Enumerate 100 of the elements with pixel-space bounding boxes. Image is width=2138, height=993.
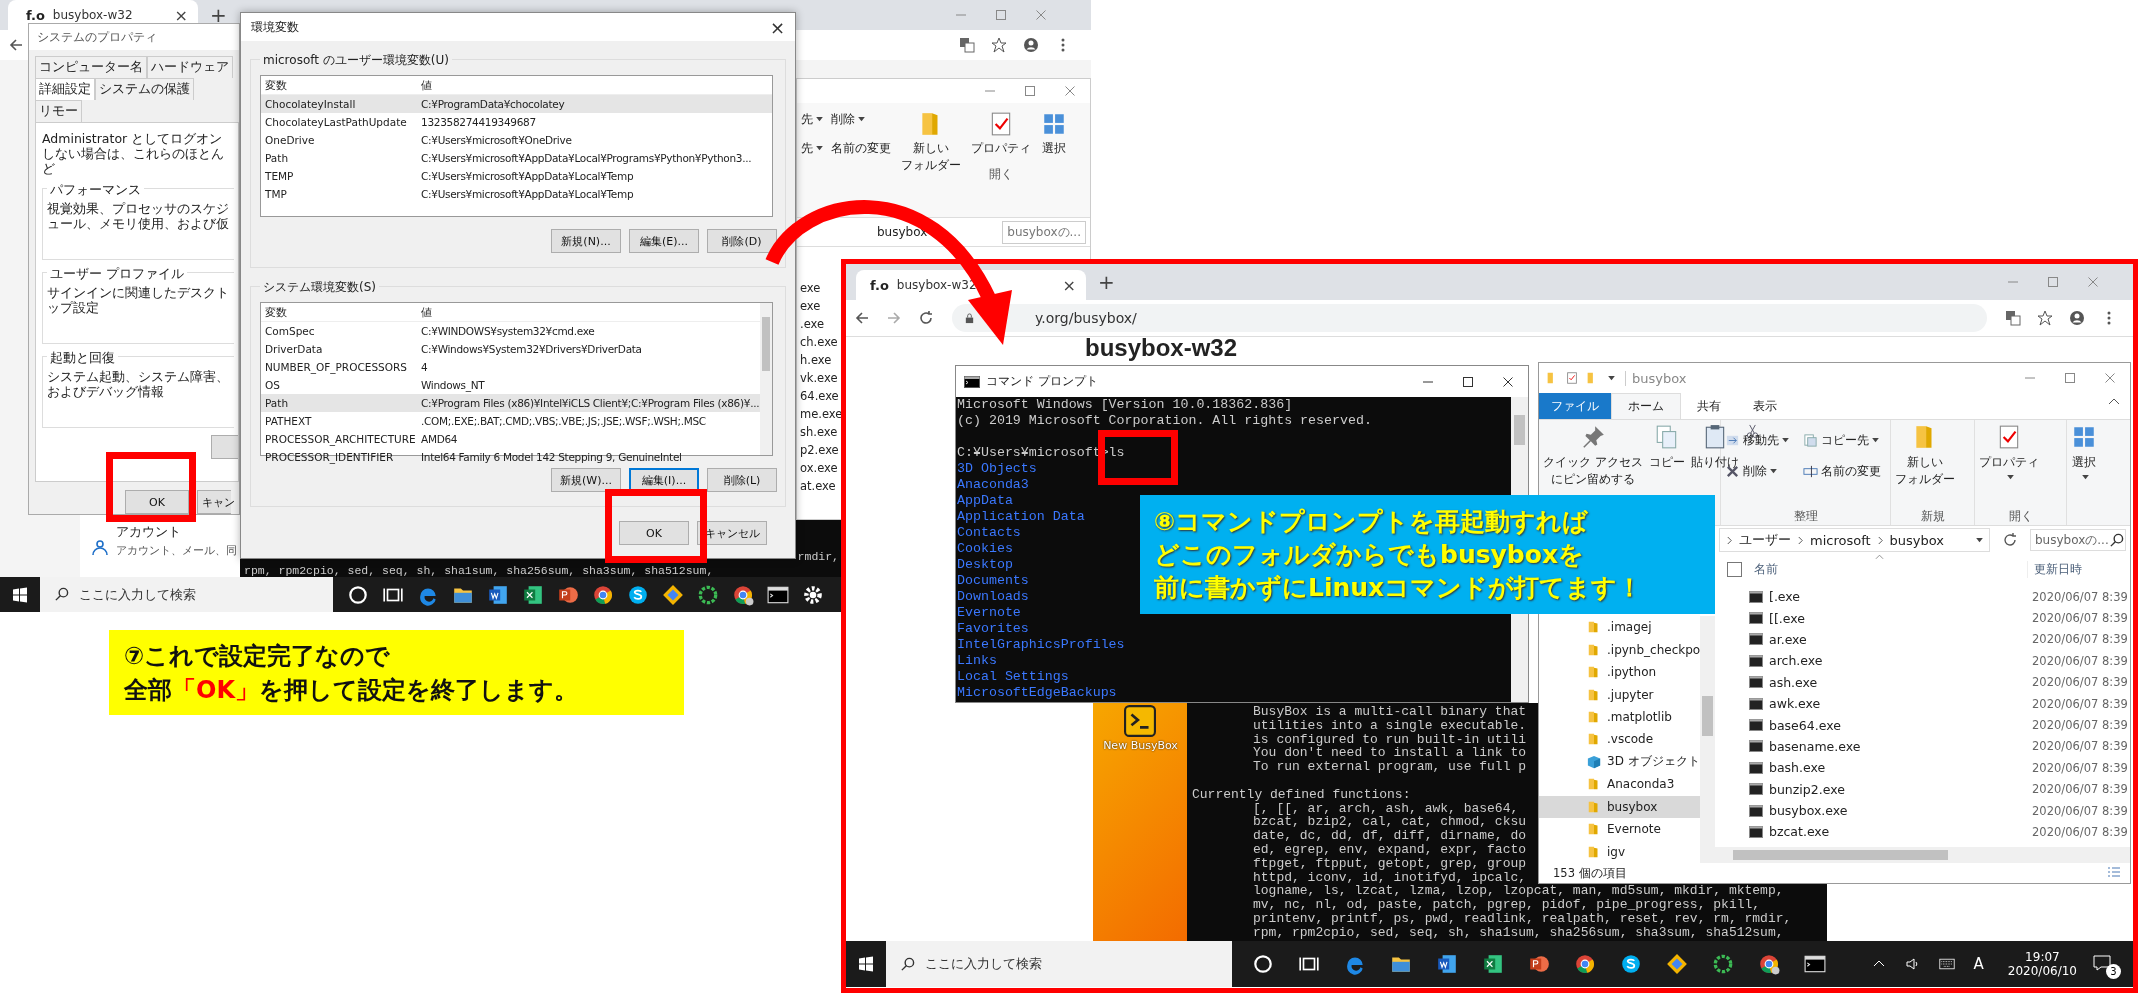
dialog-button[interactable]: OK xyxy=(125,490,189,514)
table-row[interactable]: DriverData C:¥Windows¥System32¥Drivers¥DriverData xyxy=(261,340,760,358)
table-row[interactable]: TEMP C:¥Users¥microsoft¥AppData¥Local¥Temp xyxy=(261,167,772,185)
settings-icon[interactable] xyxy=(802,583,824,606)
table-row[interactable]: PROCESSOR_IDENTIFIER Intel64 Family 6 Model 142 Stepping 9, GenuineIntel xyxy=(261,448,760,466)
breadcrumb-item[interactable]: ユーザー xyxy=(1739,531,1791,549)
navigation-item[interactable]: 3D オブジェクト xyxy=(1539,750,1700,774)
circle-icon[interactable] xyxy=(1252,953,1274,975)
browser-tab[interactable]: f.o busybox-w32 × xyxy=(856,270,1086,300)
breadcrumb-item[interactable]: microsoft xyxy=(1810,532,1871,548)
dialog-button[interactable]: 編集(I)... xyxy=(629,468,699,492)
scrollbar[interactable] xyxy=(1715,847,2130,863)
search-field[interactable]: ここに入力して検索 xyxy=(40,577,333,612)
ribbon-button[interactable]: コピー xyxy=(1648,424,1685,471)
dialog-button[interactable]: キャンセル xyxy=(697,521,767,545)
ribbon-button[interactable]: プロパティ xyxy=(1979,424,2039,480)
circle-icon[interactable] xyxy=(347,583,369,606)
tab[interactable]: 詳細設定 xyxy=(35,78,95,100)
navigation-item[interactable]: .matplotlib xyxy=(1539,705,1700,729)
ribbon-button[interactable]: 名前の変更 xyxy=(831,140,891,157)
address-bar[interactable]: ユーザー microsoft busybox xyxy=(1719,528,1990,552)
file-name[interactable]: p2.exe xyxy=(800,443,839,458)
close-icon[interactable] xyxy=(1502,375,1514,388)
dialog-button[interactable]: 削除(D) xyxy=(707,229,777,253)
ribbon-button[interactable]: 名前の変更 xyxy=(1802,463,1886,480)
star-icon[interactable] xyxy=(2037,310,2053,326)
profile-icon[interactable] xyxy=(2069,310,2085,326)
file-name[interactable]: sh.exe xyxy=(800,425,838,440)
ribbon-button[interactable]: 削除 xyxy=(831,111,891,128)
table-row[interactable]: Path C:¥Program Files (x86)¥Intel¥iCLS Client¥;C:¥Program Files (x86)¥... xyxy=(261,394,760,412)
tab[interactable]: システムの保護 xyxy=(95,78,194,100)
file-name[interactable]: h.exe xyxy=(800,353,832,368)
ring-icon[interactable] xyxy=(1712,953,1734,975)
address-bar[interactable]: y.org/busybox/ xyxy=(952,304,1987,332)
ribbon-button[interactable]: 選択 xyxy=(2071,424,2097,480)
navigation-item[interactable]: igv xyxy=(1539,840,1700,863)
file-name[interactable]: ch.exe xyxy=(800,335,838,350)
navigation-item[interactable]: .jupyter xyxy=(1539,683,1700,706)
navigation-item[interactable]: Anaconda3 xyxy=(1539,773,1700,796)
file-row[interactable]: [[.exe 2020/06/07 8:39 xyxy=(1715,607,2130,629)
table-row[interactable]: PROCESSOR_ARCHITECTURE AMD64 xyxy=(261,430,760,448)
new-tab-button[interactable]: + xyxy=(1098,270,1115,294)
file-name[interactable]: .exe xyxy=(800,317,825,332)
reload-icon[interactable] xyxy=(918,310,934,326)
navigation-item[interactable]: .imagej xyxy=(1539,616,1700,639)
file-name[interactable]: exe xyxy=(800,299,821,314)
file-row[interactable]: awk.exe 2020/06/07 8:39 xyxy=(1715,692,2130,715)
file-name[interactable]: exe xyxy=(800,281,821,296)
ribbon-button[interactable]: コピー先 xyxy=(1802,432,1886,449)
file-row[interactable]: basename.exe 2020/06/07 8:39 xyxy=(1715,735,2130,758)
file-row[interactable]: busybox.exe 2020/06/07 8:39 xyxy=(1715,799,2130,822)
profile-icon[interactable] xyxy=(1023,37,1039,53)
keyboard-icon[interactable] xyxy=(1938,956,1955,972)
breadcrumb-item[interactable]: busybox xyxy=(1889,532,1945,548)
column-header[interactable]: 名前 xyxy=(1754,560,1874,578)
file-menu-tab[interactable]: ファイル xyxy=(1539,393,1611,419)
dialog-button[interactable]: 削除(L) xyxy=(707,468,777,492)
column-header[interactable]: 更新日時 xyxy=(2027,560,2130,578)
search-field[interactable]: busyboxの... xyxy=(2030,529,2126,551)
ribbon-tab[interactable]: ホーム xyxy=(1611,393,1681,419)
diamond-icon[interactable] xyxy=(1666,953,1688,975)
ribbon-tab[interactable]: 表示 xyxy=(1737,393,1793,419)
ribbon-button[interactable]: 選択 xyxy=(1042,140,1066,157)
properties-icon[interactable] xyxy=(1565,371,1579,385)
presentation-app-icon[interactable] xyxy=(1528,953,1550,975)
table-row[interactable]: ComSpec C:¥WINDOWS¥system32¥cmd.exe xyxy=(261,322,760,340)
round-browser-icon[interactable] xyxy=(1574,953,1596,975)
dialog-button[interactable]: 新規(W)... xyxy=(551,468,621,492)
input-mode-indicator[interactable]: A xyxy=(1973,955,1984,973)
tab-close-button[interactable]: × xyxy=(174,5,188,25)
table-row[interactable]: ChocolateyLastPathUpdate 132358274419349687 xyxy=(261,113,772,131)
file-name[interactable]: at.exe xyxy=(800,479,836,494)
navigation-item[interactable]: Evernote xyxy=(1539,818,1700,841)
back-arrow-icon[interactable] xyxy=(8,37,24,53)
search-field[interactable]: busyboxの... xyxy=(1002,220,1086,244)
file-row[interactable]: bunzip2.exe 2020/06/07 8:39 xyxy=(1715,778,2130,800)
table-row[interactable]: OneDrive C:¥Users¥microsoft¥OneDrive xyxy=(261,131,772,149)
file-row[interactable]: ash.exe 2020/06/07 8:39 xyxy=(1715,671,2130,693)
breadcrumb[interactable]: busybox xyxy=(877,225,928,239)
file-row[interactable]: base64.exe 2020/06/07 8:39 xyxy=(1715,714,2130,736)
dialog-button[interactable]: OK xyxy=(619,521,689,545)
start-icon[interactable] xyxy=(12,586,28,603)
maximize-icon[interactable] xyxy=(1462,375,1474,388)
terminal-icon[interactable] xyxy=(1804,953,1826,975)
new-tab-button[interactable]: + xyxy=(210,3,227,27)
tab[interactable]: ハードウェア xyxy=(147,56,233,78)
checkbox[interactable] xyxy=(1727,561,1742,577)
document-app-icon[interactable] xyxy=(487,583,509,606)
navigation-item[interactable]: .ipython xyxy=(1539,660,1700,684)
refresh-icon[interactable] xyxy=(2002,532,2018,548)
dialog-button[interactable]: 新規(N)... xyxy=(551,229,621,253)
file-name[interactable]: me.exe xyxy=(800,407,843,422)
ribbon-button[interactable]: 先 xyxy=(801,140,823,157)
browser-profile-icon[interactable] xyxy=(732,583,754,606)
file-name[interactable]: ox.exe xyxy=(800,461,838,476)
table-row[interactable]: PATHEXT .COM;.EXE;.BAT;.CMD;.VBS;.VBE;.JS;.JSE;.WSF;.WSH;.MSC xyxy=(261,412,760,430)
spreadsheet-app-icon[interactable] xyxy=(522,583,544,606)
start-icon[interactable] xyxy=(858,956,874,972)
search-field[interactable]: ここに入力して検索 xyxy=(886,941,1232,987)
ring-icon[interactable] xyxy=(697,583,719,606)
